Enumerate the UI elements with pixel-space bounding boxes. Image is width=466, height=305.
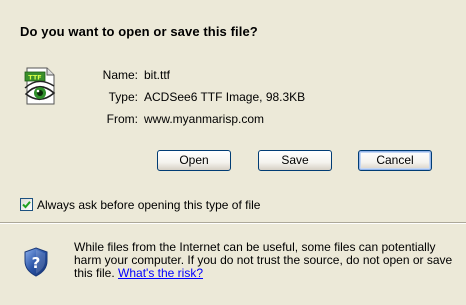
file-download-dialog: Do you want to open or save this file? T… bbox=[0, 0, 466, 305]
cancel-button[interactable]: Cancel bbox=[358, 150, 432, 171]
name-value: bit.ttf bbox=[144, 68, 171, 82]
ttf-file-icon: TTF bbox=[23, 66, 57, 106]
always-ask-row: Always ask before opening this type of f… bbox=[20, 197, 260, 212]
from-value: www.myanmarisp.com bbox=[144, 112, 265, 126]
security-shield-icon: ? bbox=[24, 247, 48, 277]
dialog-question: Do you want to open or save this file? bbox=[20, 24, 258, 39]
always-ask-label[interactable]: Always ask before opening this type of f… bbox=[37, 198, 260, 212]
svg-text:?: ? bbox=[32, 254, 41, 272]
file-info-panel: Do you want to open or save this file? T… bbox=[0, 0, 466, 222]
svg-text:TTF: TTF bbox=[28, 74, 41, 82]
save-button[interactable]: Save bbox=[258, 150, 332, 171]
from-label: From: bbox=[106, 112, 138, 126]
warning-panel: ? While files from the Internet can be u… bbox=[0, 224, 466, 305]
checkmark-icon bbox=[22, 201, 31, 209]
type-label: Type: bbox=[108, 90, 138, 104]
whats-the-risk-link[interactable]: What's the risk? bbox=[118, 266, 203, 280]
always-ask-checkbox[interactable] bbox=[20, 198, 33, 211]
name-label: Name: bbox=[102, 68, 138, 82]
warning-message: While files from the Internet can be use… bbox=[74, 241, 454, 280]
open-button[interactable]: Open bbox=[157, 150, 231, 171]
type-value: ACDSee6 TTF Image, 98.3KB bbox=[144, 90, 306, 104]
